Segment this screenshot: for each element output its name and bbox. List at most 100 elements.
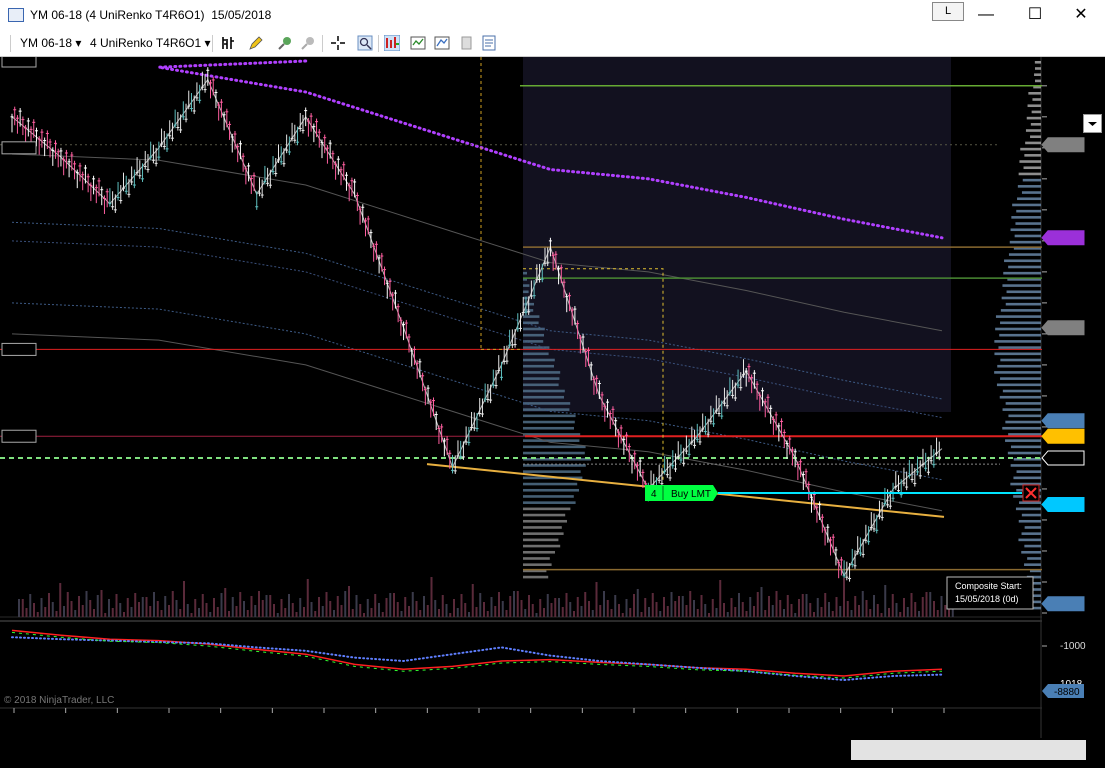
volume-bar <box>895 603 898 617</box>
copyright-watermark: © 2018 NinjaTrader, LLC <box>4 695 114 706</box>
price-badge-shape <box>1041 428 1085 444</box>
profile-row <box>523 389 565 393</box>
instrument-label: YM 06-18 <box>20 36 73 50</box>
profile-row <box>1028 92 1041 95</box>
volume-bar <box>78 596 80 617</box>
profile-row <box>523 495 574 498</box>
volume-bar <box>629 608 632 617</box>
volume-bar <box>198 608 200 617</box>
volume-bar <box>873 595 875 617</box>
horizontal-scrollbar[interactable] <box>0 738 1105 763</box>
volume-bar <box>516 591 519 617</box>
profile-row <box>995 327 1041 331</box>
volume-bar <box>299 598 302 617</box>
scroll-down-button[interactable] <box>1083 114 1102 133</box>
volume-bar <box>839 606 842 617</box>
indicators-icon[interactable] <box>410 35 426 51</box>
volume-bar <box>48 593 50 617</box>
chart-area[interactable]: 4 Buy LMT Composite Start: 15/05/2018 (0… <box>0 54 1105 763</box>
volume-bar <box>363 613 365 617</box>
volume-bar <box>644 598 647 617</box>
data-series-icon[interactable] <box>384 35 400 51</box>
volume-bar <box>678 596 680 617</box>
volume-bar <box>228 611 230 617</box>
volume-bar <box>329 601 332 617</box>
volume-bar <box>216 607 219 617</box>
volume-bar <box>44 607 47 617</box>
volume-bar <box>486 611 489 617</box>
profile-row <box>523 383 559 387</box>
profile-row <box>523 488 579 492</box>
volume-bar <box>936 610 939 617</box>
order-quantity[interactable]: 4 <box>651 489 657 500</box>
volume-bar <box>805 594 808 617</box>
volume-bar <box>561 607 564 617</box>
profile-row <box>523 395 564 399</box>
profile-row <box>1017 185 1041 188</box>
volume-bar <box>441 595 444 617</box>
volume-bar <box>340 605 343 617</box>
volume-bar <box>573 611 575 617</box>
order-label[interactable]: Buy LMT <box>671 489 711 500</box>
volume-bar <box>115 594 118 617</box>
profile-row <box>1017 197 1041 201</box>
volume-bar <box>498 592 500 617</box>
profile-row <box>523 284 530 287</box>
volume-bar <box>535 613 538 617</box>
volume-bar <box>880 613 883 617</box>
scrollbar-thumb[interactable] <box>851 740 1086 760</box>
instrument-selector[interactable]: YM 06-18 ▾ <box>20 36 81 50</box>
volume-bar <box>693 600 695 617</box>
volume-bar <box>726 612 729 617</box>
volume-bar <box>483 602 485 617</box>
pencil-icon[interactable] <box>248 35 264 51</box>
volume-bar <box>546 594 549 617</box>
strategies-icon[interactable] <box>434 35 450 51</box>
zoom-out-icon[interactable] <box>300 35 316 51</box>
profile-row <box>994 371 1041 374</box>
volume-bar <box>74 610 77 617</box>
profile-row <box>1027 557 1041 560</box>
volume-bar <box>393 593 395 617</box>
volume-bar <box>550 603 553 617</box>
link-button[interactable]: L <box>932 2 964 21</box>
volume-bar <box>610 609 613 617</box>
volume-bar <box>865 600 868 617</box>
volume-bar <box>779 600 782 617</box>
copy-icon[interactable] <box>458 35 474 51</box>
profile-row <box>1002 408 1041 411</box>
profile-row <box>523 519 567 523</box>
volume-bar <box>749 597 752 617</box>
volume-bar <box>651 593 654 617</box>
volume-bar <box>813 612 815 617</box>
volume-bar <box>288 594 290 617</box>
volume-bar <box>40 598 43 617</box>
volume-bar <box>850 610 853 617</box>
zoom-in-icon[interactable] <box>277 35 293 51</box>
properties-icon[interactable] <box>481 35 497 51</box>
maximize-button[interactable]: ☐ <box>1012 0 1058 30</box>
bar-style-icon[interactable] <box>220 35 236 51</box>
volume-bar <box>899 612 902 617</box>
volume-bar <box>81 605 84 617</box>
volume-bar <box>700 595 703 617</box>
volume-bar <box>591 610 594 617</box>
profile-row <box>523 402 571 405</box>
minimize-button[interactable]: — <box>963 0 1009 30</box>
volume-bar <box>70 601 73 617</box>
profile-row <box>523 482 578 486</box>
crosshair-icon[interactable] <box>330 35 346 51</box>
profile-row <box>1018 519 1041 523</box>
volume-bar <box>280 599 283 617</box>
volume-bar <box>89 600 92 617</box>
magnifier-icon[interactable] <box>357 35 373 51</box>
volume-bar <box>190 613 193 617</box>
volume-bar <box>415 601 418 617</box>
volume-bar <box>824 593 827 617</box>
close-button[interactable]: ✕ <box>1058 0 1104 30</box>
profile-row <box>995 315 1041 318</box>
profile-row <box>1022 178 1041 182</box>
price-chart[interactable]: 4 Buy LMT Composite Start: 15/05/2018 (0… <box>0 54 1105 763</box>
bar-type-selector[interactable]: 4 UniRenko T4R6O1 ▾ <box>90 36 211 50</box>
profile-row <box>1024 526 1041 529</box>
